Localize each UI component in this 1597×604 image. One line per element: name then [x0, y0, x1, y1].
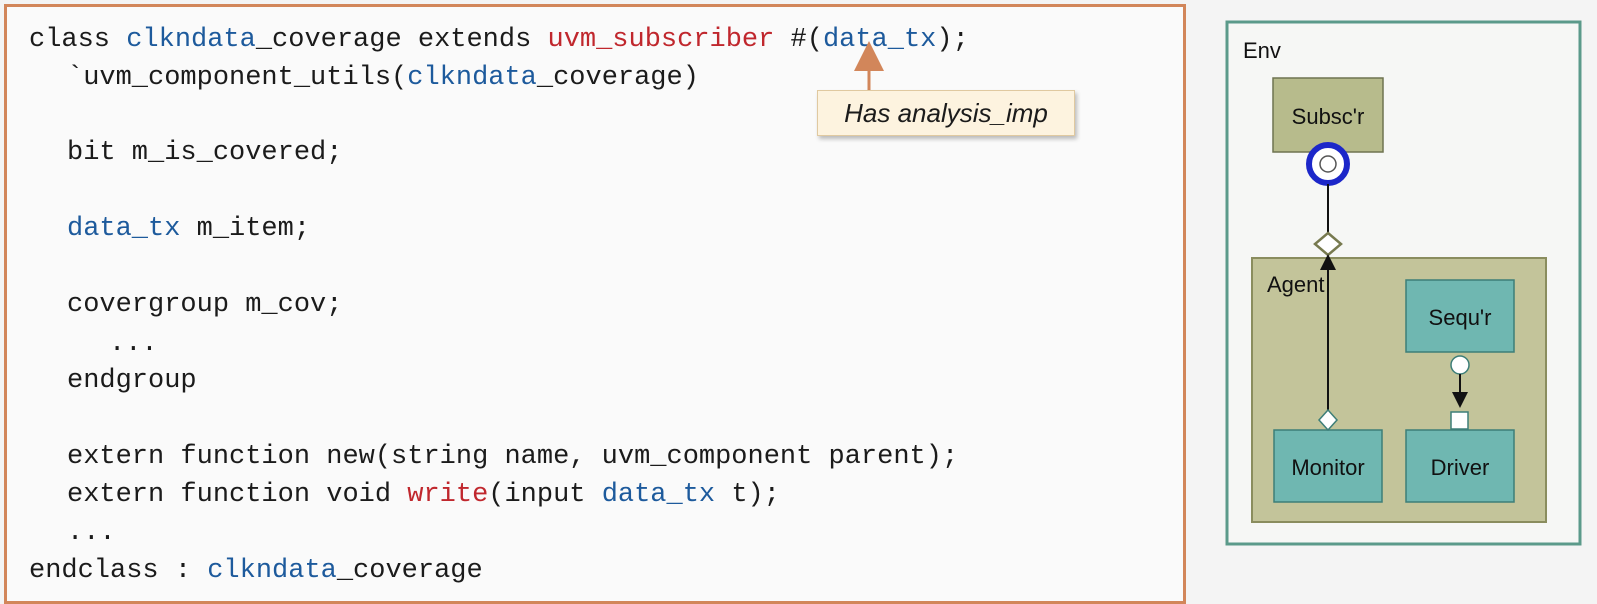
- env-label: Env: [1243, 38, 1281, 63]
- subscriber-label: Subsc'r: [1292, 104, 1365, 129]
- analysis-imp-callout: Has analysis_imp: [817, 90, 1075, 136]
- diagram: Env Agent Subsc'r Sequ'r Monitor Driver: [854, 20, 1582, 546]
- callout-text: Has analysis_imp: [844, 97, 1048, 128]
- seq-item-port-icon: [1450, 411, 1469, 430]
- driver-label: Driver: [1431, 455, 1490, 480]
- seq-item-export-icon: [1450, 355, 1470, 375]
- imp-port-inner-icon: [1319, 155, 1337, 173]
- sequencer-label: Sequ'r: [1429, 305, 1492, 330]
- agent-label: Agent: [1267, 272, 1325, 297]
- monitor-label: Monitor: [1291, 455, 1364, 480]
